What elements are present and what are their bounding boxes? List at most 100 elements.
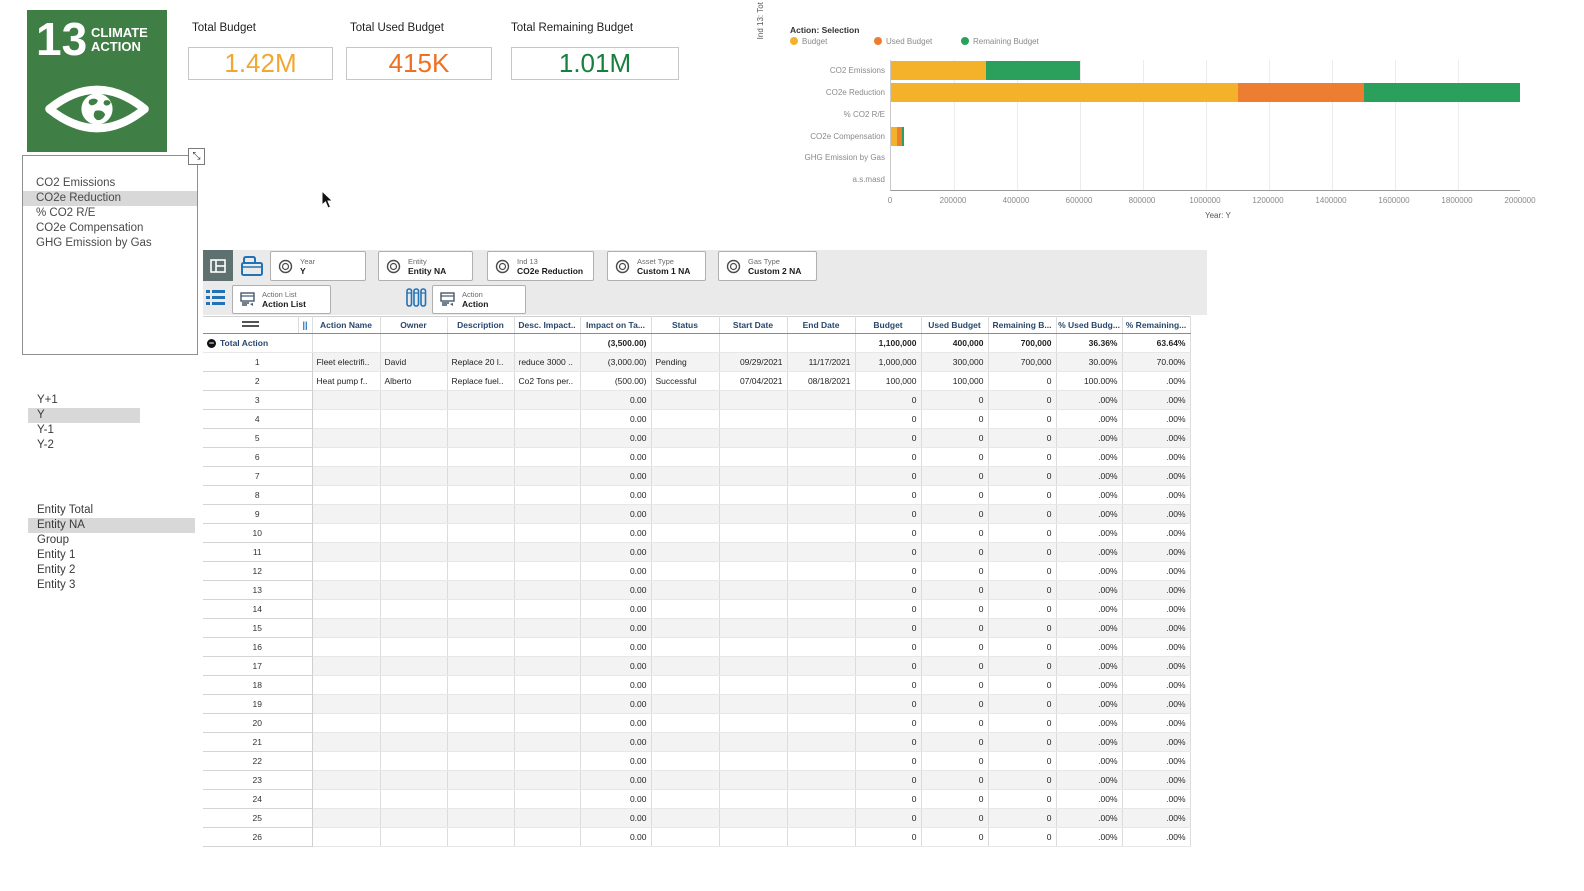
table-cell: 0	[988, 581, 1056, 600]
row-menu-icon[interactable]	[242, 319, 259, 329]
table-row[interactable]: 260.00000.00%.00%	[203, 828, 1190, 847]
year-item-y-minus-1[interactable]: Y-1	[28, 423, 140, 438]
column-header[interactable]: Action Name	[312, 317, 380, 334]
table-row[interactable]: 170.00000.00%.00%	[203, 657, 1190, 676]
bar-segment-remaining-budget[interactable]	[986, 61, 1081, 80]
table-row[interactable]: 30.00000.00%.00%	[203, 391, 1190, 410]
table-row[interactable]: 40.00000.00%.00%	[203, 410, 1190, 429]
entity-item-1[interactable]: Entity 1	[28, 548, 195, 563]
year-item-y-plus-1[interactable]: Y+1	[28, 393, 140, 408]
indicator-item-co2e-compensation[interactable]: CO2e Compensation	[23, 221, 197, 236]
table-row[interactable]: 110.00000.00%.00%	[203, 543, 1190, 562]
table-row[interactable]: 190.00000.00%.00%	[203, 695, 1190, 714]
table-row[interactable]: 2Heat pump f..AlbertoReplace fuel..Co2 T…	[203, 372, 1190, 391]
table-row[interactable]: 240.00000.00%.00%	[203, 790, 1190, 809]
table-cell	[719, 809, 787, 828]
table-cell: 0.00	[580, 505, 651, 524]
year-item-y-minus-2[interactable]: Y-2	[28, 438, 140, 453]
action-table[interactable]: ||Action NameOwnerDescriptionDesc. Impac…	[203, 316, 1191, 847]
table-cell	[312, 771, 380, 790]
stacked-bar-chart[interactable]	[890, 60, 1520, 191]
table-row[interactable]: 220.00000.00%.00%	[203, 752, 1190, 771]
column-header[interactable]: Budget	[855, 317, 921, 334]
table-cell	[719, 657, 787, 676]
table-row[interactable]: 160.00000.00%.00%	[203, 638, 1190, 657]
indicator-item-co2-emissions[interactable]: CO2 Emissions	[23, 176, 197, 191]
bar-segment-remaining-budget[interactable]	[1364, 83, 1521, 102]
bar-segment-budget[interactable]	[891, 83, 1238, 102]
resize-icon[interactable]: ⤡	[188, 148, 205, 165]
entity-item-3[interactable]: Entity 3	[28, 578, 195, 593]
table-row[interactable]: 140.00000.00%.00%	[203, 600, 1190, 619]
table-cell	[651, 638, 719, 657]
column-header[interactable]: Start Date	[719, 317, 787, 334]
row-number: 12	[203, 562, 312, 581]
table-row[interactable]: 1Fleet electrifi..DavidReplace 20 l..red…	[203, 353, 1190, 372]
indicator-item-co2e-reduction[interactable]: CO2e Reduction	[23, 191, 197, 206]
filter-chip-ind13[interactable]: Ind 13CO2e Reduction	[487, 251, 594, 281]
bar-segment-remaining-budget[interactable]	[902, 127, 904, 146]
table-cell	[447, 657, 514, 676]
column-drag-handle[interactable]: ||	[298, 317, 312, 334]
panel-layout-button[interactable]	[203, 250, 233, 281]
table-row[interactable]: 60.00000.00%.00%	[203, 448, 1190, 467]
entity-item-group[interactable]: Group	[28, 533, 195, 548]
column-header[interactable]: Owner	[380, 317, 447, 334]
filter-chip-gas-type[interactable]: Gas TypeCustom 2 NA	[718, 251, 817, 281]
bar-segment-used-budget[interactable]	[1238, 83, 1364, 102]
table-cell: .00%	[1122, 676, 1190, 695]
collapse-icon[interactable]: −	[207, 339, 216, 348]
column-header[interactable]: Desc. Impact..	[514, 317, 580, 334]
builder-chip-action-list[interactable]: Action ListAction List	[232, 285, 331, 314]
filter-chip-entity[interactable]: EntityEntity NA	[378, 251, 473, 281]
columns-icon[interactable]	[405, 287, 427, 309]
filter-chip-year[interactable]: YearY	[270, 251, 366, 281]
table-row[interactable]: 230.00000.00%.00%	[203, 771, 1190, 790]
filter-chip-asset-type[interactable]: Asset TypeCustom 1 NA	[607, 251, 706, 281]
builder-drawer-icon[interactable]	[240, 255, 264, 278]
table-row[interactable]: 120.00000.00%.00%	[203, 562, 1190, 581]
table-row[interactable]: 130.00000.00%.00%	[203, 581, 1190, 600]
total-row[interactable]: −Total Action(3,500.00)1,100,000400,0007…	[203, 334, 1190, 353]
entity-item-total[interactable]: Entity Total	[28, 503, 195, 518]
row-number: 9	[203, 505, 312, 524]
entity-item-2[interactable]: Entity 2	[28, 563, 195, 578]
table-cell: 0	[921, 638, 988, 657]
column-header[interactable]: % Used Budg...	[1056, 317, 1122, 334]
table-row[interactable]: 80.00000.00%.00%	[203, 486, 1190, 505]
table-row[interactable]: 210.00000.00%.00%	[203, 733, 1190, 752]
total-used-budget-value: 415K	[389, 48, 450, 78]
column-header[interactable]: Impact on Ta...	[580, 317, 651, 334]
column-header[interactable]: End Date	[787, 317, 855, 334]
row-list-icon[interactable]	[205, 288, 226, 309]
table-cell	[719, 638, 787, 657]
table-cell: 0.00	[580, 657, 651, 676]
indicator-item-co2-re[interactable]: % CO2 R/E	[23, 206, 197, 221]
table-row[interactable]: 200.00000.00%.00%	[203, 714, 1190, 733]
table-row[interactable]: 50.00000.00%.00%	[203, 429, 1190, 448]
table-row[interactable]: 100.00000.00%.00%	[203, 524, 1190, 543]
builder-chip-action[interactable]: ActionAction	[432, 285, 526, 314]
table-row[interactable]: 70.00000.00%.00%	[203, 467, 1190, 486]
builder-label: Action	[462, 290, 488, 299]
bar-segment-budget[interactable]	[891, 61, 986, 80]
table-cell: 0	[855, 391, 921, 410]
table-cell: 0	[855, 790, 921, 809]
column-header[interactable]: Status	[651, 317, 719, 334]
indicator-item-ghg-emission[interactable]: GHG Emission by Gas	[23, 236, 197, 251]
filter-value: Custom 2 NA	[748, 266, 801, 276]
table-row[interactable]: 90.00000.00%.00%	[203, 505, 1190, 524]
column-header[interactable]: Used Budget	[921, 317, 988, 334]
year-item-y[interactable]: Y	[28, 408, 140, 423]
total-remaining-budget-label: Total Remaining Budget	[511, 22, 633, 34]
entity-item-na[interactable]: Entity NA	[28, 518, 195, 533]
table-cell: 0	[988, 828, 1056, 847]
table-cell: 0	[921, 562, 988, 581]
table-row[interactable]: 150.00000.00%.00%	[203, 619, 1190, 638]
column-header[interactable]: Description	[447, 317, 514, 334]
column-header[interactable]: % Remaining...	[1122, 317, 1190, 334]
column-header[interactable]: Remaining B...	[988, 317, 1056, 334]
table-row[interactable]: 180.00000.00%.00%	[203, 676, 1190, 695]
filter-circle-icon	[495, 259, 510, 274]
table-row[interactable]: 250.00000.00%.00%	[203, 809, 1190, 828]
